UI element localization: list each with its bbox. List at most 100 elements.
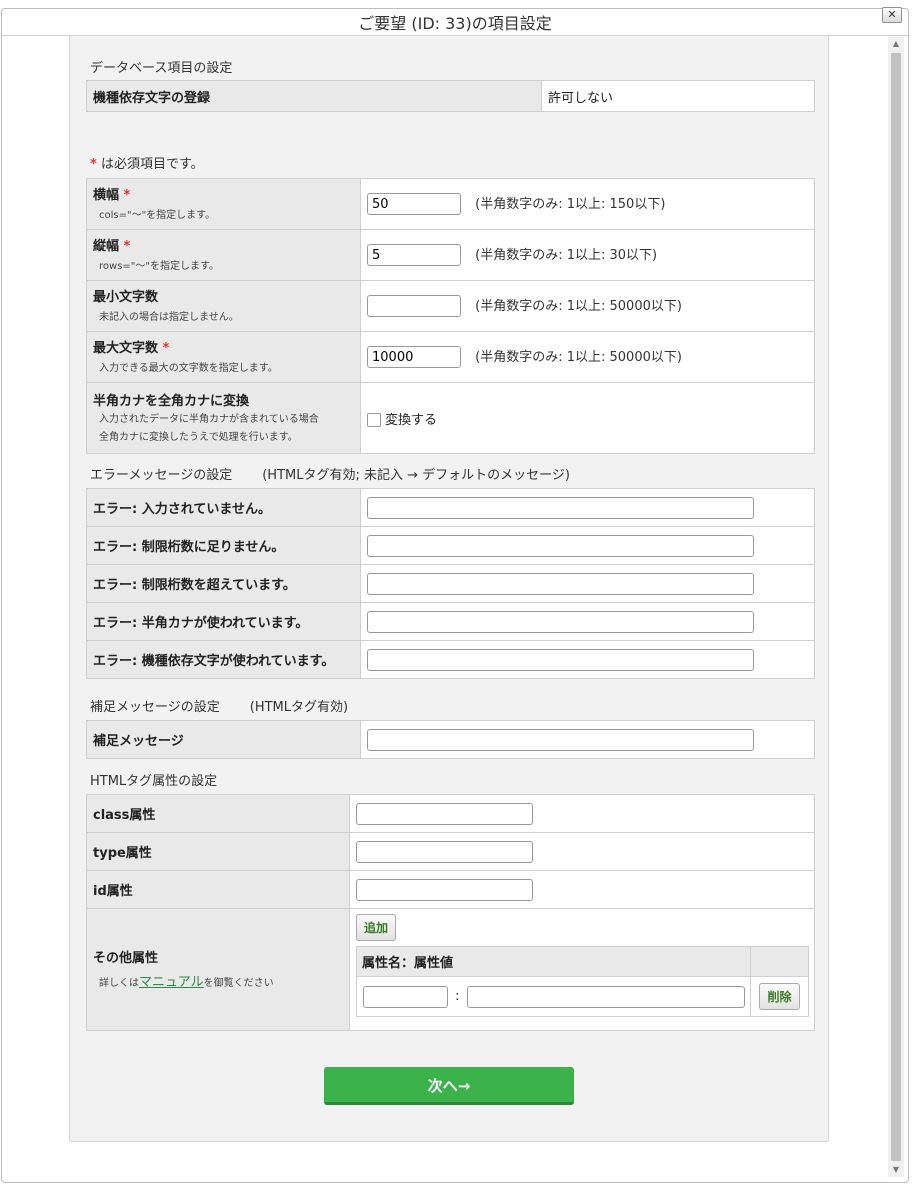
max-chars-input[interactable]	[367, 346, 461, 369]
scrollbar-thumb[interactable]	[891, 53, 901, 1161]
supplement-section-note: (HTMLタグ有効)	[249, 700, 349, 715]
attr-separator: :	[455, 989, 460, 1004]
size-table: 横幅 * cols="〜"を指定します。 (半角数字のみ: 1以上: 150以下…	[86, 178, 815, 454]
add-attr-button[interactable]: 追加	[356, 914, 397, 941]
min-chars-desc: 未記入の場合は指定しません。	[99, 311, 239, 323]
table-row: 縦幅 * rows="〜"を指定します。 (半角数字のみ: 1以上: 30以下)	[86, 229, 815, 281]
supplement-input[interactable]	[367, 728, 754, 751]
vertical-scrollbar[interactable]: ▲ ▼	[888, 37, 904, 1177]
max-chars-hint: (半角数字のみ: 1以上: 50000以下)	[475, 349, 682, 365]
table-row: 横幅 * cols="〜"を指定します。 (半角数字のみ: 1以上: 150以下…	[86, 178, 815, 230]
other-attr-desc-suffix: を御覧ください	[203, 977, 274, 989]
scroll-down-icon[interactable]: ▼	[888, 1163, 904, 1177]
required-mark: *	[123, 238, 131, 254]
error-section-label: エラーメッセージの設定	[90, 468, 233, 483]
kana-convert-label[interactable]: 変換する	[385, 413, 437, 428]
error-dependent-chars-input[interactable]	[367, 648, 754, 671]
other-attr-label: その他属性	[93, 950, 159, 966]
table-row: エラー: 制限桁数を超えています。	[86, 564, 815, 603]
error-required-label: エラー: 入力されていません。	[86, 488, 361, 527]
db-table: 機種依存文字の登録 許可しない	[86, 80, 815, 112]
required-mark: *	[90, 157, 97, 172]
type-attr-input[interactable]	[356, 840, 533, 863]
dialog-title: ご要望 (ID: 33)の項目設定	[2, 9, 908, 36]
table-row: 最小文字数 未記入の場合は指定しません。 (半角数字のみ: 1以上: 50000…	[86, 280, 815, 332]
html-attr-table: class属性 type属性 id属性 その他属性 詳しくはマニュアルを御覧くだ…	[86, 794, 815, 1031]
supplement-label: 補足メッセージ	[86, 720, 361, 759]
other-attr-label-cell: その他属性 詳しくはマニュアルを御覧ください	[86, 908, 350, 1031]
kana-desc-2: 全角カナに変換したうえで処理を行います。	[99, 431, 298, 443]
table-row: : 削除	[356, 976, 809, 1017]
error-required-input[interactable]	[367, 496, 754, 519]
manual-link[interactable]: マニュアル	[139, 975, 204, 990]
supplement-table: 補足メッセージ	[86, 720, 815, 759]
error-too-short-input[interactable]	[367, 534, 754, 557]
other-attr-header-blank	[750, 946, 809, 977]
required-mark: *	[123, 187, 131, 203]
other-attr-desc-prefix: 詳しくは	[99, 977, 139, 989]
error-too-long-label: エラー: 制限桁数を超えています。	[86, 564, 361, 603]
table-row: 最大文字数 * 入力できる最大の文字数を指定します。 (半角数字のみ: 1以上:…	[86, 331, 815, 383]
width-label-cell: 横幅 * cols="〜"を指定します。	[86, 178, 361, 230]
error-halfwidth-kana-label: エラー: 半角カナが使われています。	[86, 602, 361, 641]
error-section-note: (HTMLタグ有効; 未記入 → デフォルトのメッセージ)	[262, 468, 570, 483]
table-row: id属性	[86, 870, 815, 909]
error-table: エラー: 入力されていません。 エラー: 制限桁数に足りません。 エラー: 制限…	[86, 488, 815, 679]
min-chars-input[interactable]	[367, 295, 461, 318]
error-section-title: エラーメッセージの設定 (HTMLタグ有効; 未記入 → デフォルトのメッセージ)	[90, 464, 570, 483]
kana-convert-checkbox[interactable]	[367, 413, 381, 427]
kana-label-cell: 半角カナを全角カナに変換 入力されたデータに半角カナが含まれている場合 全角カナ…	[86, 382, 361, 454]
table-row: エラー: 機種依存文字が使われています。	[86, 640, 815, 679]
required-note-text: は必須項目です。	[100, 157, 204, 172]
required-mark: *	[162, 340, 170, 356]
min-chars-hint: (半角数字のみ: 1以上: 50000以下)	[475, 298, 682, 314]
table-row: class属性	[86, 794, 815, 833]
height-label-cell: 縦幅 * rows="〜"を指定します。	[86, 229, 361, 281]
other-attr-column-header: 属性名：属性値	[356, 946, 751, 977]
other-attr-desc: 詳しくはマニュアルを御覧ください	[99, 974, 343, 993]
table-row: エラー: 入力されていません。	[86, 488, 815, 527]
width-desc: cols="〜"を指定します。	[99, 209, 216, 221]
attr-name-input[interactable]	[363, 985, 448, 1008]
class-attr-input[interactable]	[356, 802, 533, 825]
height-label: 縦幅	[93, 238, 120, 254]
table-row: type属性	[86, 832, 815, 871]
scroll-up-icon[interactable]: ▲	[888, 37, 904, 51]
height-hint: (半角数字のみ: 1以上: 30以下)	[475, 247, 658, 263]
id-attr-label: id属性	[86, 870, 350, 909]
settings-panel: データベース項目の設定 機種依存文字の登録 許可しない * は必須項目です。 横…	[69, 35, 829, 1142]
db-value: 許可しない	[541, 80, 815, 112]
close-button[interactable]: ✕	[882, 7, 902, 23]
max-chars-desc: 入力できる最大の文字数を指定します。	[99, 362, 278, 374]
min-chars-label: 最小文字数	[93, 289, 159, 305]
table-row: エラー: 半角カナが使われています。	[86, 602, 815, 641]
kana-desc-1: 入力されたデータに半角カナが含まれている場合	[99, 413, 319, 425]
id-attr-input[interactable]	[356, 878, 533, 901]
max-chars-label: 最大文字数	[93, 340, 159, 356]
error-too-short-label: エラー: 制限桁数に足りません。	[86, 526, 361, 565]
error-dependent-chars-label: エラー: 機種依存文字が使われています。	[86, 640, 361, 679]
attr-value-input[interactable]	[466, 985, 745, 1008]
other-attr-table: 属性名：属性値 : 削除	[356, 946, 809, 1017]
table-row: その他属性 詳しくはマニュアルを御覧ください 追加 属性名：属性値 : 削除	[86, 908, 815, 1031]
table-row: エラー: 制限桁数に足りません。	[86, 526, 815, 565]
db-section-title: データベース項目の設定	[90, 61, 233, 76]
html-attr-section-title: HTMLタグ属性の設定	[90, 774, 218, 789]
next-button[interactable]: 次へ→	[324, 1067, 574, 1105]
type-attr-label: type属性	[86, 832, 350, 871]
max-chars-label-cell: 最大文字数 * 入力できる最大の文字数を指定します。	[86, 331, 361, 383]
supplement-section-title: 補足メッセージの設定 (HTMLタグ有効)	[90, 696, 348, 715]
supplement-section-label: 補足メッセージの設定	[90, 700, 220, 715]
height-desc: rows="〜"を指定します。	[99, 260, 219, 272]
error-too-long-input[interactable]	[367, 572, 754, 595]
delete-attr-button[interactable]: 削除	[759, 983, 800, 1010]
class-attr-label: class属性	[86, 794, 350, 833]
error-halfwidth-kana-input[interactable]	[367, 610, 754, 633]
width-input[interactable]	[367, 193, 461, 216]
table-row: 補足メッセージ	[86, 720, 815, 759]
table-row: 半角カナを全角カナに変換 入力されたデータに半角カナが含まれている場合 全角カナ…	[86, 382, 815, 454]
db-label: 機種依存文字の登録	[86, 80, 542, 112]
width-label: 横幅	[93, 187, 120, 203]
height-input[interactable]	[367, 244, 461, 267]
kana-label: 半角カナを全角カナに変換	[93, 393, 250, 409]
